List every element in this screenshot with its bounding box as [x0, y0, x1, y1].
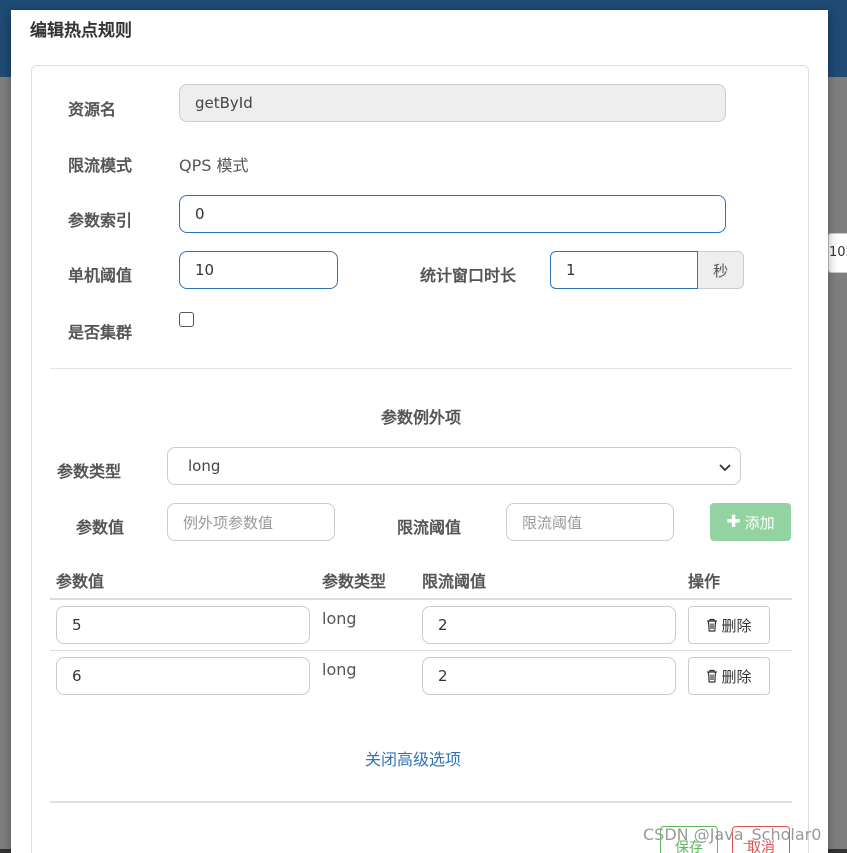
row-param-value: 6	[72, 667, 82, 685]
delete-label: 删除	[721, 667, 752, 686]
column-header-param-type: 参数类型	[322, 572, 387, 591]
plus-icon: ✚	[726, 512, 741, 532]
exception-limit-placeholder: 限流阈值	[522, 513, 583, 532]
row-divider	[50, 650, 792, 651]
edit-hotspot-rule-dialog: 编辑热点规则 ˆ 资源名 getById 限流模式 QPS 模式 参数索引 0 …	[11, 10, 828, 853]
row-param-type: long	[322, 660, 357, 679]
row-threshold-value: 2	[438, 616, 448, 634]
row-param-value: 5	[72, 616, 82, 634]
exception-param-value-input[interactable]: 例外项参数值	[167, 503, 335, 541]
dialog-title: 编辑热点规则	[30, 21, 132, 41]
column-header-action: 操作	[688, 572, 721, 591]
exception-param-value-placeholder: 例外项参数值	[183, 513, 274, 532]
trash-icon	[707, 618, 718, 632]
param-type-selected: long	[188, 457, 221, 475]
stat-window-input[interactable]: 1	[550, 251, 698, 289]
column-header-param-value: 参数值	[56, 572, 105, 591]
row-threshold-input[interactable]: 2	[422, 606, 676, 644]
param-value-label: 参数值	[76, 518, 125, 537]
resource-name-input: getById	[179, 84, 726, 122]
trash-icon	[707, 669, 718, 683]
add-exception-button[interactable]: ✚ 添加	[710, 503, 791, 541]
row-param-value-input[interactable]: 5	[56, 606, 310, 644]
chevron-down-icon	[719, 464, 731, 472]
add-button-label: 添加	[744, 513, 775, 532]
column-header-limit-threshold: 限流阈值	[422, 572, 487, 591]
delete-button[interactable]: 删除	[688, 657, 770, 695]
delete-button[interactable]: 删除	[688, 606, 770, 644]
background-cell-text: 105	[829, 245, 847, 260]
seconds-addon: 秒	[698, 251, 744, 289]
footer-divider	[50, 801, 792, 803]
table-header-border	[50, 598, 792, 600]
exceptions-section-title: 参数例外项	[380, 408, 461, 427]
stat-window-value: 1	[566, 261, 576, 279]
form-panel: 资源名 getById 限流模式 QPS 模式 参数索引 0 单机阈值 10 统…	[31, 65, 809, 853]
single-threshold-value: 10	[195, 261, 215, 279]
param-type-select[interactable]: long	[167, 447, 741, 485]
row-threshold-value: 2	[438, 667, 448, 685]
close-advanced-options-link[interactable]: 关闭高级选项	[365, 746, 461, 770]
limit-threshold-label: 限流阈值	[397, 518, 462, 537]
limit-mode-value: QPS 模式	[179, 156, 249, 175]
param-index-input[interactable]: 0	[179, 195, 726, 233]
row-param-value-input[interactable]: 6	[56, 657, 310, 695]
stat-window-label: 统计窗口时长	[420, 266, 517, 285]
param-index-label: 参数索引	[68, 211, 133, 230]
resource-name-value: getById	[195, 94, 253, 112]
single-threshold-input[interactable]: 10	[179, 251, 338, 289]
param-type-label: 参数类型	[57, 462, 122, 481]
row-param-type: long	[322, 609, 357, 628]
section-divider	[50, 368, 792, 369]
resource-name-label: 资源名	[68, 100, 117, 119]
param-index-value: 0	[195, 205, 205, 223]
cluster-label: 是否集群	[68, 323, 133, 342]
close-icon[interactable]: ˆ	[797, 10, 807, 24]
watermark: CSDN @Java_Scholar0	[643, 825, 822, 844]
single-threshold-label: 单机阈值	[68, 266, 133, 285]
exception-limit-input[interactable]: 限流阈值	[506, 503, 674, 541]
delete-label: 删除	[721, 616, 752, 635]
row-threshold-input[interactable]: 2	[422, 657, 676, 695]
limit-mode-label: 限流模式	[68, 156, 133, 175]
cluster-checkbox[interactable]	[179, 312, 194, 327]
background-table-cell: 105	[828, 233, 847, 273]
